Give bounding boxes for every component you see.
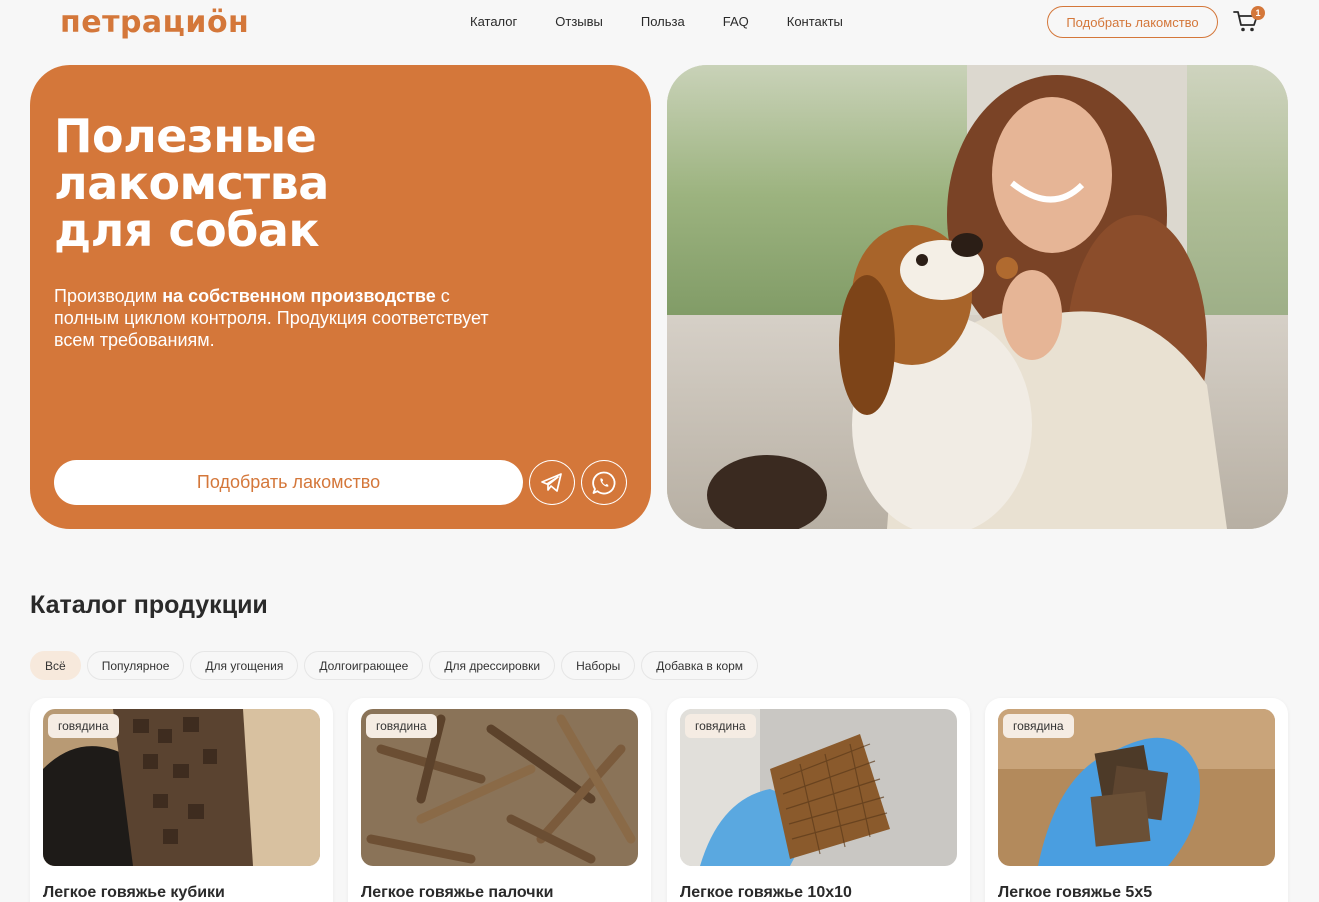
logo[interactable]: петрациӧн bbox=[60, 5, 249, 40]
product-tag: говядина bbox=[366, 714, 437, 738]
hero-subtitle: Производим на собственном производстве с… bbox=[54, 285, 514, 351]
site-header: петрациӧн Каталог Отзывы Польза FAQ Конт… bbox=[0, 0, 1319, 44]
whatsapp-icon bbox=[592, 471, 616, 494]
hero-title-line: для собак bbox=[54, 203, 320, 257]
product-name[interactable]: Легкое говяжье 5х5 bbox=[998, 884, 1152, 902]
hero-subtitle-bold: на собственном производстве bbox=[162, 286, 436, 306]
telegram-button[interactable] bbox=[529, 460, 575, 505]
whatsapp-button[interactable] bbox=[581, 460, 627, 505]
nav-contacts[interactable]: Контакты bbox=[787, 14, 843, 29]
product-tag: говядина bbox=[685, 714, 756, 738]
telegram-icon bbox=[541, 472, 562, 492]
hero-pick-treat-button[interactable]: Подобрать лакомство bbox=[54, 460, 523, 505]
product-card[interactable]: говядина Легкое говяжье палочки bbox=[348, 698, 651, 902]
nav-reviews[interactable]: Отзывы bbox=[555, 14, 603, 29]
hero-title: Полезные лакомства для собак bbox=[54, 113, 574, 254]
hero-title-line: Полезные bbox=[54, 109, 317, 163]
product-tag: говядина bbox=[48, 714, 119, 738]
product-card[interactable]: говядина Легкое говяжье 5х5 bbox=[985, 698, 1288, 902]
hero-illustration bbox=[667, 65, 1288, 529]
hero-photo-woman-with-beagle bbox=[667, 65, 1288, 529]
nav-catalog[interactable]: Каталог bbox=[470, 14, 517, 29]
hero-card: Полезные лакомства для собак Производим … bbox=[30, 65, 651, 529]
nav-benefits[interactable]: Польза bbox=[641, 14, 685, 29]
filter-long-lasting[interactable]: Долгоиграющее bbox=[304, 651, 424, 680]
filter-popular[interactable]: Популярное bbox=[86, 651, 185, 680]
filter-sets[interactable]: Наборы bbox=[561, 651, 636, 680]
main-nav: Каталог Отзывы Польза FAQ Контакты bbox=[470, 14, 881, 29]
product-card[interactable]: говядина Легкое говяжье кубики bbox=[30, 698, 333, 902]
filter-treat[interactable]: Для угощения bbox=[190, 651, 299, 680]
product-card[interactable]: говядина Легкое говяжье 10х10 bbox=[667, 698, 970, 902]
product-tag: говядина bbox=[1003, 714, 1074, 738]
catalog-title: Каталог продукции bbox=[30, 591, 268, 619]
catalog-filters: Всё Популярное Для угощения Долгоиграюще… bbox=[30, 651, 759, 680]
filter-training[interactable]: Для дрессировки bbox=[429, 651, 556, 680]
hero-title-line: лакомства bbox=[54, 156, 329, 210]
cart-count-badge: 1 bbox=[1251, 6, 1265, 20]
nav-faq[interactable]: FAQ bbox=[723, 14, 749, 29]
filter-all[interactable]: Всё bbox=[30, 651, 81, 680]
header-pick-treat-button[interactable]: Подобрать лакомство bbox=[1047, 6, 1218, 38]
filter-food-additive[interactable]: Добавка в корм bbox=[641, 651, 759, 680]
product-name[interactable]: Легкое говяжье палочки bbox=[361, 884, 553, 902]
hero-subtitle-prefix: Производим bbox=[54, 286, 163, 306]
product-name[interactable]: Легкое говяжье 10х10 bbox=[680, 884, 852, 902]
product-name[interactable]: Легкое говяжье кубики bbox=[43, 884, 225, 902]
